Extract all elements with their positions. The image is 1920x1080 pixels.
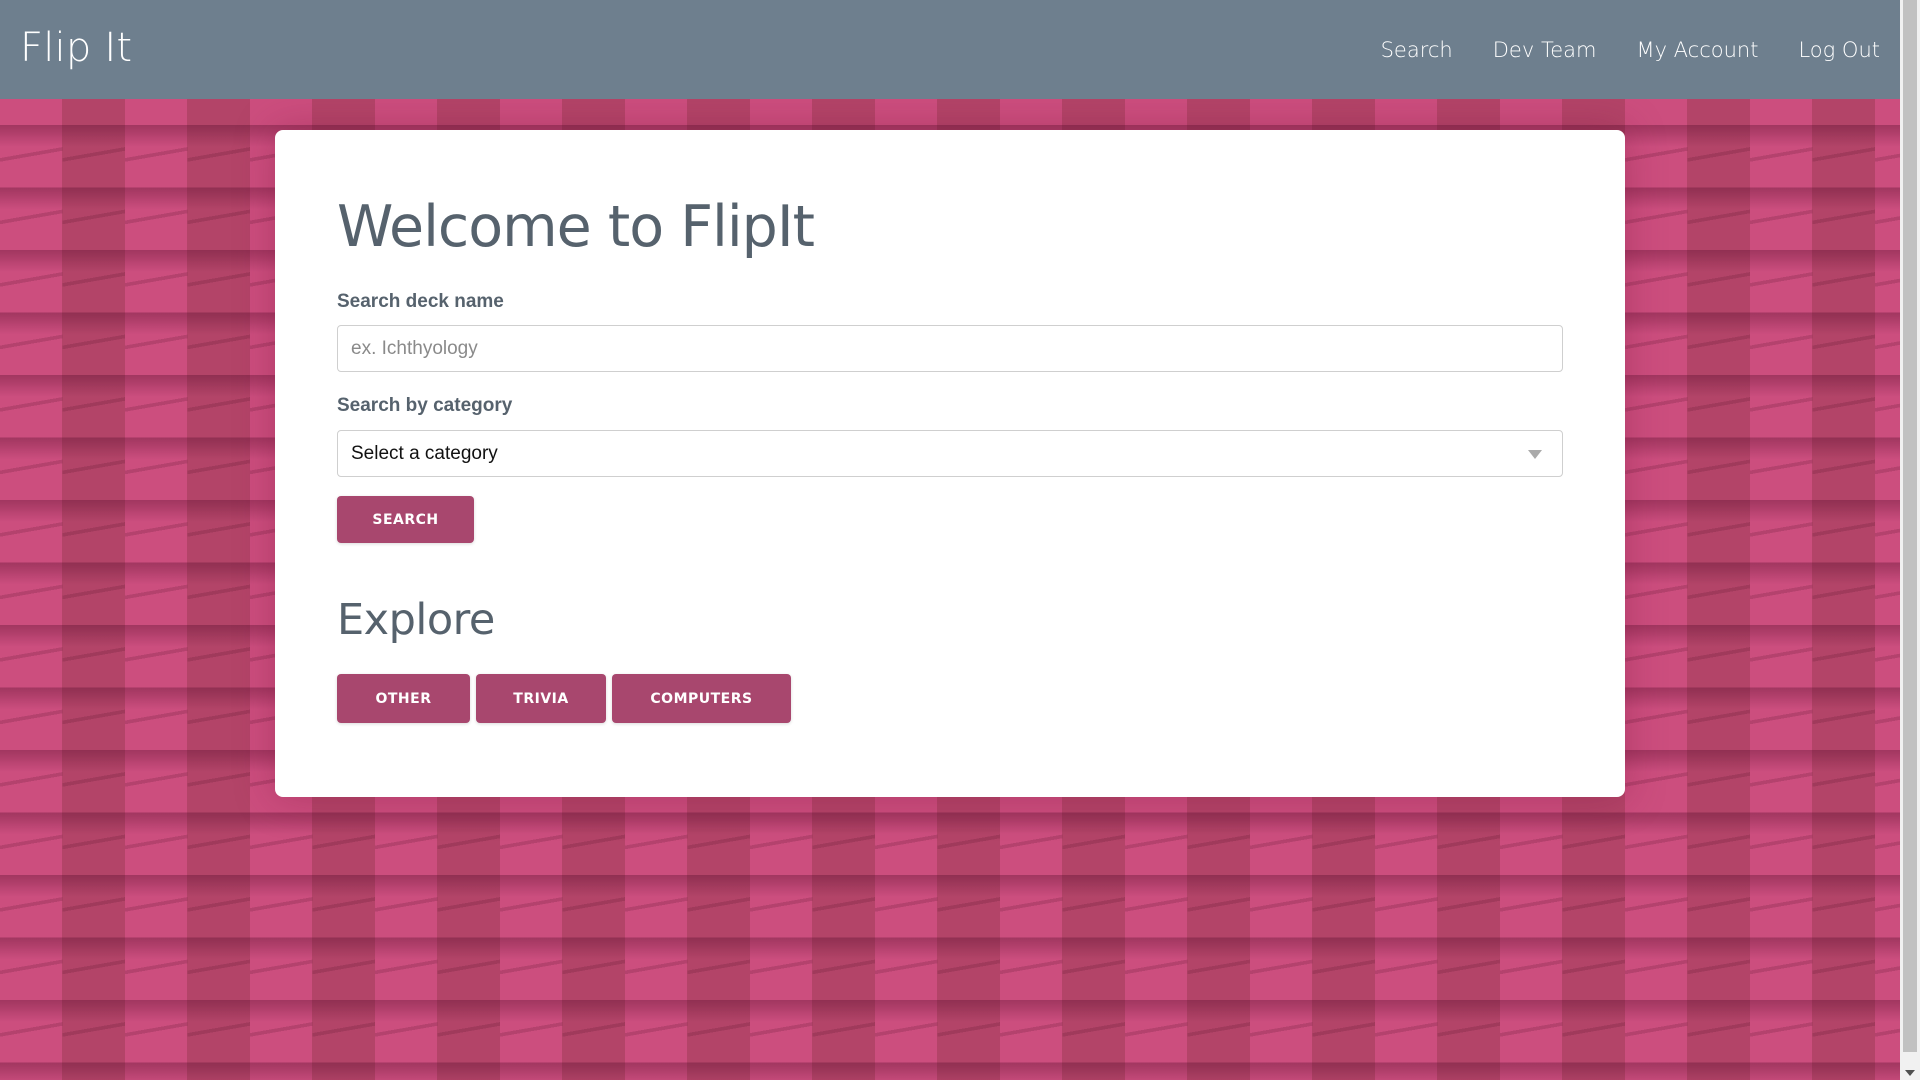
scrollbar-thumb[interactable]	[1903, 0, 1917, 1052]
deck-name-input[interactable]	[337, 325, 1563, 372]
category-label: Search by category	[337, 395, 513, 416]
search-button[interactable]: SEARCH	[337, 496, 474, 543]
deck-name-label: Search deck name	[337, 291, 504, 312]
chevron-down-icon	[1528, 450, 1542, 459]
search-card: Welcome to FlipIt Search deck name Searc…	[275, 130, 1625, 797]
scroll-down-arrow-icon[interactable]	[1905, 1070, 1915, 1076]
nav-links: Search Dev Team My Account Log Out	[1341, 0, 1880, 99]
nav-link-my-account[interactable]: My Account	[1636, 38, 1758, 62]
page-title: Welcome to FlipIt	[337, 194, 815, 260]
vertical-scrollbar[interactable]	[1900, 0, 1920, 1080]
nav-link-dev-team[interactable]: Dev Team	[1493, 38, 1597, 62]
category-button-trivia[interactable]: TRIVIA	[476, 674, 606, 723]
explore-heading: Explore	[337, 595, 495, 645]
category-select-value: Select a category	[351, 443, 498, 464]
top-navbar: Flip It Search Dev Team My Account Log O…	[0, 0, 1900, 99]
category-button-computers[interactable]: COMPUTERS	[612, 674, 791, 723]
category-select[interactable]: Select a category	[337, 430, 1563, 477]
category-button-other[interactable]: OTHER	[337, 674, 470, 723]
nav-link-search[interactable]: Search	[1381, 38, 1453, 62]
brand-logo[interactable]: Flip It	[20, 25, 132, 71]
nav-link-log-out[interactable]: Log Out	[1798, 38, 1880, 62]
